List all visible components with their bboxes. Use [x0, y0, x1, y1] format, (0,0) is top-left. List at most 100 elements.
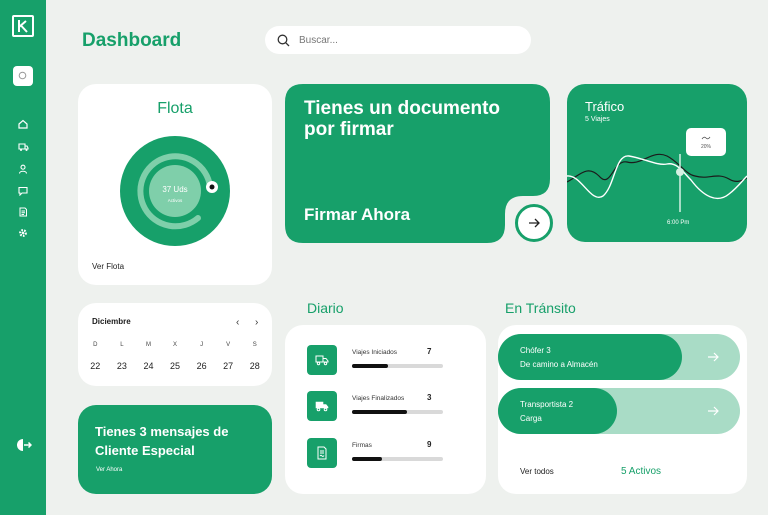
- arrow-right-icon[interactable]: [706, 350, 720, 364]
- view-all-link[interactable]: Ver todos: [520, 467, 554, 476]
- calendar-date[interactable]: 22: [82, 361, 109, 371]
- calendar-prev-button[interactable]: ‹: [236, 317, 239, 328]
- traffic-card: Tráfico 5 Viajes 20% 6:00 Pm: [567, 84, 747, 242]
- weekday: X: [173, 342, 178, 348]
- weekday: L: [120, 342, 124, 348]
- transit-item-progress: [498, 388, 617, 434]
- signature-document-icon: [317, 446, 327, 460]
- sidebar-item-documents[interactable]: [17, 206, 29, 218]
- logout-button[interactable]: [16, 437, 33, 453]
- delivery-truck-icon: [315, 401, 329, 412]
- arrow-right-icon: [529, 218, 540, 228]
- daily-row-value: 9: [427, 440, 432, 449]
- daily-row-progress: [352, 364, 443, 368]
- daily-row-icon: [307, 438, 337, 468]
- calendar-date[interactable]: 27: [215, 361, 242, 371]
- transit-item[interactable]: Transportista 2 Carga: [498, 388, 740, 434]
- calendar-month: Diciembre: [92, 317, 131, 326]
- user-icon: [18, 164, 28, 174]
- daily-row-label: Firmas: [352, 442, 372, 449]
- transit-item-progress: [498, 334, 682, 380]
- gear-icon: [19, 229, 27, 237]
- weekday: D: [93, 342, 98, 348]
- daily-row: Firmas 9: [307, 438, 477, 468]
- sidebar-search-button[interactable]: [13, 66, 33, 86]
- document-icon: [19, 207, 27, 217]
- daily-card: Viajes Iniciados 7 Viajes Finalizados 3 …: [285, 325, 486, 494]
- calendar-date[interactable]: 26: [188, 361, 215, 371]
- logo[interactable]: [12, 15, 34, 37]
- daily-row-progress-fill: [352, 410, 407, 414]
- sidebar-item-settings[interactable]: [17, 227, 29, 239]
- logo-k-icon: [18, 20, 28, 33]
- document-text: Tienes un documento por firmar Firmar Ah…: [285, 84, 550, 243]
- transit-item[interactable]: Chófer 3 De camino a Almacén: [498, 334, 740, 380]
- transit-item-name: Chófer 3: [520, 346, 551, 355]
- messages-card[interactable]: Tienes 3 mensajes de Cliente Especial Ve…: [78, 405, 272, 494]
- search-bar[interactable]: [265, 26, 531, 54]
- search-icon: [18, 71, 27, 80]
- sign-now-button[interactable]: [515, 204, 553, 242]
- calendar-dates: 22 23 24 25 26 27 28: [82, 361, 268, 371]
- sidebar-item-users[interactable]: [17, 163, 29, 175]
- daily-row-value: 7: [427, 347, 432, 356]
- traffic-subtitle: 5 Viajes: [585, 116, 610, 123]
- page-title: Dashboard: [82, 30, 182, 51]
- view-fleet-link[interactable]: Ver Flota: [92, 262, 124, 271]
- sidebar-item-messages[interactable]: [17, 185, 29, 197]
- calendar-weekdays: D L M X J V S: [82, 342, 268, 348]
- daily-row-progress: [352, 410, 443, 414]
- home-icon: [18, 119, 28, 129]
- weekday: M: [145, 342, 151, 348]
- fleet-gauge: 37 Uds Activos: [120, 136, 230, 246]
- daily-row-value: 3: [427, 393, 432, 402]
- in-transit-title: En Tránsito: [505, 300, 576, 316]
- weekday: S: [252, 342, 257, 348]
- calendar-next-button[interactable]: ›: [255, 317, 258, 328]
- sign-now-label[interactable]: Firmar Ahora: [304, 205, 410, 225]
- traffic-tooltip-value: 20%: [700, 144, 711, 150]
- document-message: Tienes un documento por firmar: [304, 98, 501, 140]
- fleet-units: 37 Uds: [162, 185, 187, 194]
- daily-row: Viajes Finalizados 3: [307, 391, 477, 421]
- view-now-link[interactable]: Ver Ahora: [96, 467, 122, 473]
- truck-icon: [17, 143, 29, 151]
- active-count: 5 Activos: [621, 466, 662, 477]
- transit-item-name: Transportista 2: [520, 400, 574, 409]
- daily-title: Diario: [307, 300, 344, 316]
- search-input[interactable]: [299, 34, 499, 46]
- daily-row: Viajes Iniciados 7: [307, 345, 477, 375]
- daily-row-label: Viajes Finalizados: [352, 395, 405, 402]
- traffic-title: Tráfico: [585, 99, 625, 114]
- transit-item-status: Carga: [520, 414, 542, 423]
- calendar-date[interactable]: 28: [241, 361, 268, 371]
- calendar-card: Diciembre ‹ › D L M X J V S 22 23 24 25 …: [78, 303, 272, 386]
- fleet-card: Flota 37 Uds Activos Ver Flota: [78, 84, 272, 285]
- fleet-sublabel: Activos: [168, 198, 183, 203]
- weekday: J: [200, 342, 204, 348]
- arrow-right-icon[interactable]: [706, 404, 720, 418]
- logout-icon: [17, 439, 33, 451]
- sidebar-item-home[interactable]: [17, 118, 29, 130]
- traffic-time: 6:00 Pm: [667, 220, 690, 226]
- daily-row-label: Viajes Iniciados: [352, 349, 398, 356]
- daily-row-icon: [307, 391, 337, 421]
- chat-icon: [18, 186, 28, 196]
- transit-item-status: De camino a Almacén: [520, 360, 598, 369]
- sidebar-item-trucks[interactable]: [17, 141, 29, 153]
- calendar-date[interactable]: 24: [135, 361, 162, 371]
- calendar-date[interactable]: 23: [109, 361, 136, 371]
- search-icon: [277, 34, 290, 46]
- fleet-title: Flota: [157, 100, 193, 117]
- sidebar: [0, 0, 46, 515]
- daily-row-progress: [352, 457, 443, 461]
- daily-row-icon: [307, 345, 337, 375]
- daily-row-progress-fill: [352, 457, 383, 461]
- mini-wave-icon: [701, 136, 711, 140]
- calendar-date[interactable]: 25: [162, 361, 189, 371]
- in-transit-card: Chófer 3 De camino a Almacén Transportis…: [498, 325, 747, 494]
- truck-icon: [315, 355, 329, 366]
- messages-text: Tienes 3 mensajes de Cliente Especial: [95, 424, 229, 458]
- weekday: V: [226, 342, 231, 348]
- daily-row-progress-fill: [352, 364, 389, 368]
